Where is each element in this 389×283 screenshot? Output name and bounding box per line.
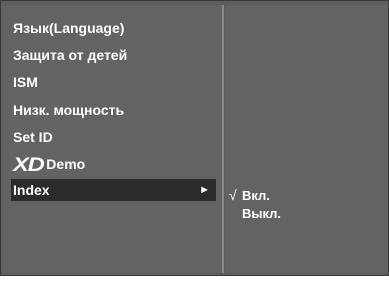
menu-item-label: Demo — [46, 156, 86, 172]
menu-item-language[interactable]: Язык(Language) — [13, 17, 124, 39]
menu-item-label: Низк. мощность — [13, 102, 125, 118]
main-menu-panel: Язык(Language) Защита от детей ISM Низк.… — [3, 5, 224, 273]
option-off[interactable]: Выкл. — [242, 205, 281, 223]
menu-item-set-id[interactable]: Set ID — [13, 126, 53, 148]
menu-item-label: Язык(Language) — [13, 20, 125, 36]
checkmark-icon: √ — [229, 187, 237, 203]
osd-menu-frame: Язык(Language) Защита от детей ISM Низк.… — [0, 0, 389, 276]
option-on[interactable]: Вкл. — [242, 187, 270, 205]
xd-logo: XD — [13, 155, 45, 176]
menu-item-label: Set ID — [13, 129, 53, 145]
menu-item-xd-demo[interactable]: XD Demo — [13, 153, 86, 176]
menu-item-index[interactable]: Index ► — [11, 179, 216, 201]
menu-item-low-power[interactable]: Низк. мощность — [13, 99, 124, 121]
arrow-right-icon: ► — [199, 184, 210, 196]
submenu-panel: √ Вкл. Выкл. — [226, 5, 388, 273]
option-label: Выкл. — [242, 206, 282, 221]
menu-item-label: ISM — [13, 74, 38, 90]
menu-item-child-lock[interactable]: Защита от детей — [13, 44, 127, 66]
menu-item-label: Index — [13, 182, 50, 198]
option-label: Вкл. — [242, 188, 270, 203]
menu-item-ism[interactable]: ISM — [13, 71, 38, 93]
menu-item-label: Защита от детей — [13, 47, 128, 63]
